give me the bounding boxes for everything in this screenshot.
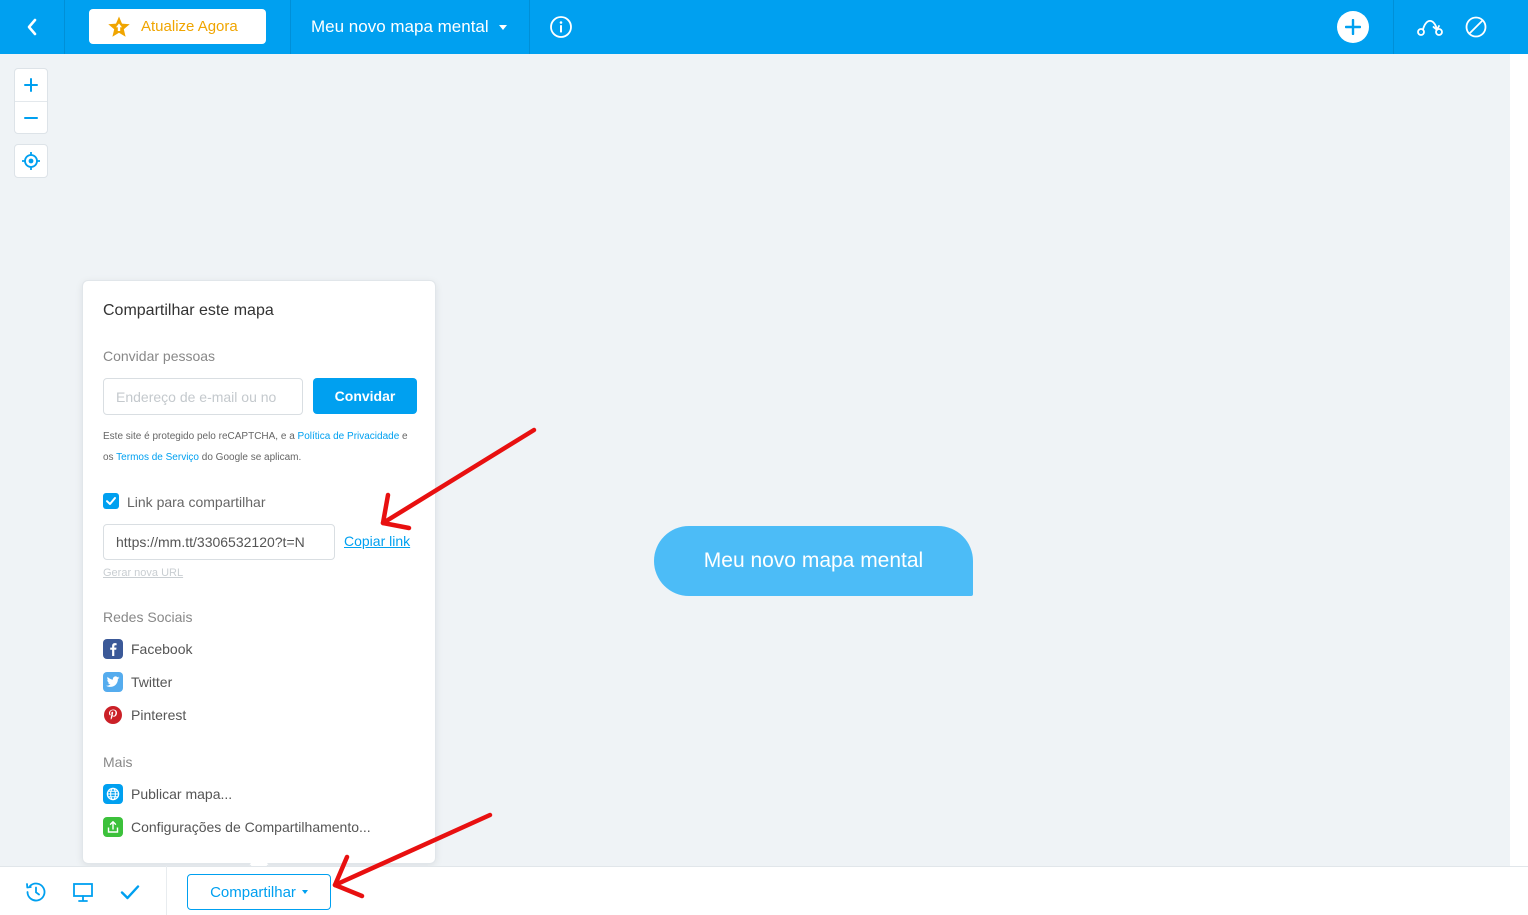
no-style-button[interactable] — [1464, 15, 1488, 39]
globe-icon — [103, 784, 123, 804]
social-heading: Redes Sociais — [103, 609, 193, 625]
zoom-in-button[interactable] — [15, 69, 47, 101]
toolbar-divider — [1393, 0, 1394, 54]
share-settings-item[interactable]: Configurações de Compartilhamento... — [103, 817, 371, 837]
tasks-button[interactable] — [118, 880, 142, 904]
add-button[interactable] — [1337, 11, 1369, 43]
prohibited-icon — [1465, 16, 1487, 38]
right-panel-edge — [1510, 54, 1528, 866]
center-map-button[interactable] — [14, 144, 48, 178]
presentation-icon — [73, 883, 93, 902]
publish-map-item[interactable]: Publicar mapa... — [103, 784, 232, 804]
info-button[interactable] — [549, 15, 573, 39]
central-topic-label: Meu novo mapa mental — [703, 549, 924, 572]
share-link-checkbox[interactable] — [103, 493, 119, 509]
toolbar-divider — [64, 0, 65, 54]
twitter-label: Twitter — [131, 674, 173, 690]
plus-icon — [1345, 19, 1361, 35]
caret-down-icon — [498, 24, 507, 30]
share-button[interactable]: Compartilhar — [187, 874, 331, 910]
invite-heading: Convidar pessoas — [103, 348, 216, 364]
minus-icon — [24, 117, 38, 119]
connection-button[interactable] — [1416, 14, 1444, 40]
upgrade-button[interactable]: Atualize Agora — [89, 9, 266, 44]
share-pinterest[interactable]: Pinterest — [103, 705, 186, 725]
share-facebook[interactable]: Facebook — [103, 639, 192, 659]
top-toolbar: Atualize Agora Meu novo mapa mental — [0, 0, 1528, 54]
recaptcha-notice: Este site é protegido pelo reCAPTCHA, e … — [103, 426, 413, 468]
presentation-button[interactable] — [71, 880, 95, 904]
zoom-controls — [14, 68, 48, 134]
pinterest-label: Pinterest — [131, 707, 187, 723]
history-icon — [26, 882, 46, 902]
share-panel-title: Compartilhar este mapa — [103, 302, 274, 319]
chevron-left-icon — [27, 18, 37, 36]
central-topic-node[interactable]: Meu novo mapa mental — [654, 526, 973, 596]
checkmark-icon — [120, 885, 140, 900]
facebook-label: Facebook — [131, 641, 193, 657]
share-settings-label: Configurações de Compartilhamento... — [131, 819, 371, 835]
plus-icon — [24, 78, 38, 92]
info-icon — [550, 16, 572, 38]
share-settings-icon — [103, 817, 123, 837]
crosshair-icon — [22, 152, 40, 170]
zoom-out-button[interactable] — [15, 102, 47, 134]
privacy-policy-link[interactable]: Política de Privacidade — [298, 431, 400, 442]
share-url-field[interactable] — [103, 524, 335, 560]
bottom-divider — [166, 866, 167, 915]
publish-map-label: Publicar mapa... — [131, 786, 233, 802]
upgrade-label: Atualize Agora — [141, 18, 238, 35]
star-upgrade-icon — [108, 16, 130, 37]
generate-new-url-link[interactable]: Gerar nova URL — [103, 567, 183, 579]
facebook-icon — [103, 639, 123, 659]
share-panel: Compartilhar este mapa Convidar pessoas … — [82, 280, 436, 864]
share-link-label: Link para compartilhar — [127, 494, 266, 510]
copy-link-button[interactable]: Copiar link — [344, 533, 410, 549]
history-button[interactable] — [24, 880, 48, 904]
share-twitter[interactable]: Twitter — [103, 672, 172, 692]
map-title-dropdown[interactable]: Meu novo mapa mental — [311, 0, 507, 54]
toolbar-divider — [290, 0, 291, 54]
back-button[interactable] — [0, 0, 64, 54]
recaptcha-text: do Google se aplicam. — [198, 452, 302, 463]
map-title-label: Meu novo mapa mental — [311, 17, 489, 36]
connection-icon — [1417, 20, 1443, 36]
twitter-icon — [103, 672, 123, 692]
invite-button[interactable]: Convidar — [313, 378, 417, 414]
toolbar-divider — [529, 0, 530, 54]
checkmark-icon — [106, 497, 116, 505]
caret-down-icon — [301, 890, 308, 894]
recaptcha-text: Este site é protegido pelo reCAPTCHA, e … — [103, 431, 298, 442]
pinterest-icon — [104, 706, 122, 724]
email-input[interactable] — [103, 378, 303, 415]
share-button-label: Compartilhar — [210, 883, 296, 901]
more-heading: Mais — [103, 754, 133, 770]
terms-of-service-link[interactable]: Termos de Serviço — [116, 452, 199, 463]
